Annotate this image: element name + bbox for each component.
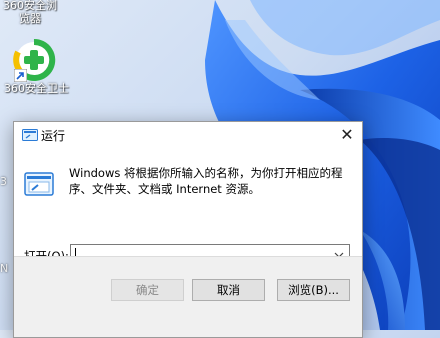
desktop-icon-label: 360安全浏览器 <box>3 0 57 25</box>
dialog-body: Windows 将根据你所输入的名称，为你打开相应的程序、文件夹、文档或 Int… <box>14 148 362 267</box>
desktop-icon-label-browser[interactable]: 360安全浏览器 <box>0 0 62 25</box>
close-button[interactable]: ✕ <box>332 122 362 148</box>
360-safe-guard-icon <box>12 38 56 82</box>
cancel-button[interactable]: 取消 <box>192 279 265 301</box>
ok-button[interactable]: 确定 <box>111 279 184 301</box>
desktop-edge-text: N <box>0 262 9 275</box>
shortcut-arrow-icon <box>14 69 27 82</box>
run-dialog-icon <box>22 129 38 141</box>
close-icon: ✕ <box>340 125 354 144</box>
desktop-edge-text: 3 <box>0 175 7 188</box>
title-bar[interactable]: 运行 ✕ <box>14 122 362 148</box>
dialog-title: 运行 <box>41 129 66 143</box>
desktop-icon-360-safe[interactable]: 360安全卫士 <box>4 38 69 95</box>
desktop-icon-label: 360安全卫士 <box>4 82 69 95</box>
browse-button[interactable]: 浏览(B)... <box>277 279 350 301</box>
run-dialog: 运行 ✕ Windows 将根据你所输入的名称，为你打开相应的程序、文件夹、文档… <box>13 121 363 338</box>
dialog-description: Windows 将根据你所输入的名称，为你打开相应的程序、文件夹、文档或 Int… <box>69 166 343 196</box>
run-program-icon <box>24 172 54 196</box>
